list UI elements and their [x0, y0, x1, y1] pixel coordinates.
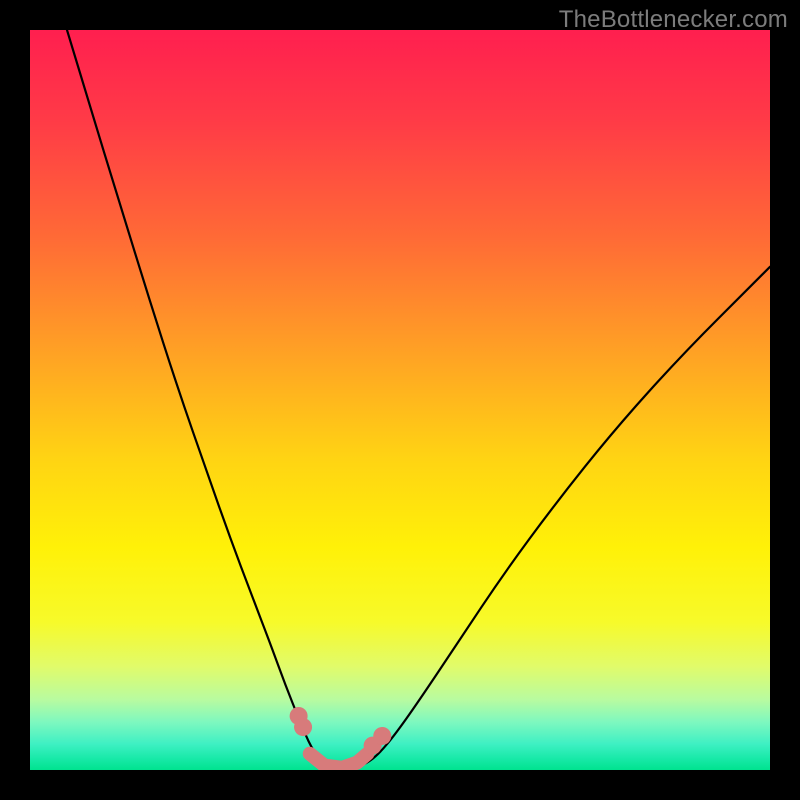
- curve-layer: [30, 30, 770, 770]
- marker-dot: [294, 718, 312, 736]
- plot-area: [30, 30, 770, 770]
- chart-frame: TheBottlenecker.com: [0, 0, 800, 800]
- bottleneck-curve: [67, 30, 770, 768]
- highlight-cap: [310, 754, 368, 768]
- marker-dot: [373, 727, 391, 745]
- highlight-markers: [290, 707, 392, 755]
- watermark-text: TheBottlenecker.com: [559, 6, 788, 34]
